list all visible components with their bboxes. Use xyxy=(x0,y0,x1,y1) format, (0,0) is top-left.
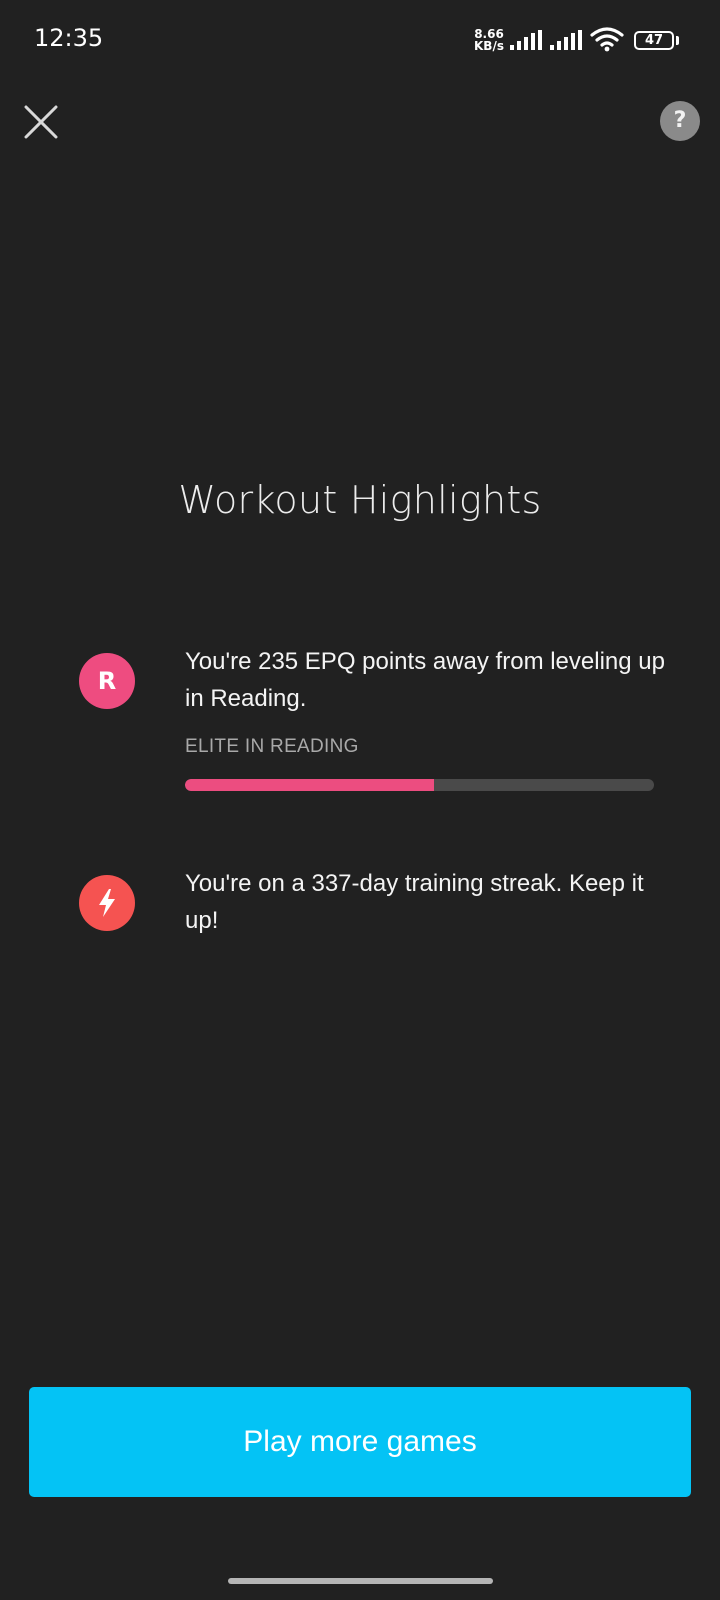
reading-badge-letter: R xyxy=(97,667,117,695)
reading-highlight-text: You're 235 EPQ points away from leveling… xyxy=(185,648,665,712)
streak-badge xyxy=(79,875,135,931)
signal-strength-icon xyxy=(550,30,582,50)
help-button[interactable]: ? xyxy=(660,101,700,141)
battery-indicator: 47 xyxy=(634,31,674,50)
network-speed: 8.66 KB/s xyxy=(474,28,504,52)
level-progress-fill xyxy=(185,779,434,791)
workout-highlights-screen: 12:35 8.66 KB/s 47 ? Workout Highlights … xyxy=(0,0,720,1600)
level-progress-bar xyxy=(185,779,654,791)
close-button[interactable] xyxy=(22,103,60,141)
signal-strength-icon xyxy=(510,30,542,50)
page-title: Workout Highlights xyxy=(178,478,542,522)
status-time: 12:35 xyxy=(34,24,104,52)
level-label: ELITE IN READING xyxy=(185,736,359,757)
network-speed-unit: KB/s xyxy=(474,39,504,53)
streak-highlight-text: You're on a 337-day training streak. Kee… xyxy=(185,870,644,934)
close-icon xyxy=(24,105,58,139)
lightning-bolt-icon xyxy=(99,889,115,917)
battery-tip xyxy=(676,36,679,45)
play-more-games-button[interactable]: Play more games xyxy=(29,1387,691,1497)
status-bar: 12:35 8.66 KB/s 47 xyxy=(0,0,720,84)
home-indicator[interactable] xyxy=(228,1578,493,1584)
reading-badge-icon: R xyxy=(79,653,135,709)
wifi-icon xyxy=(590,27,624,52)
